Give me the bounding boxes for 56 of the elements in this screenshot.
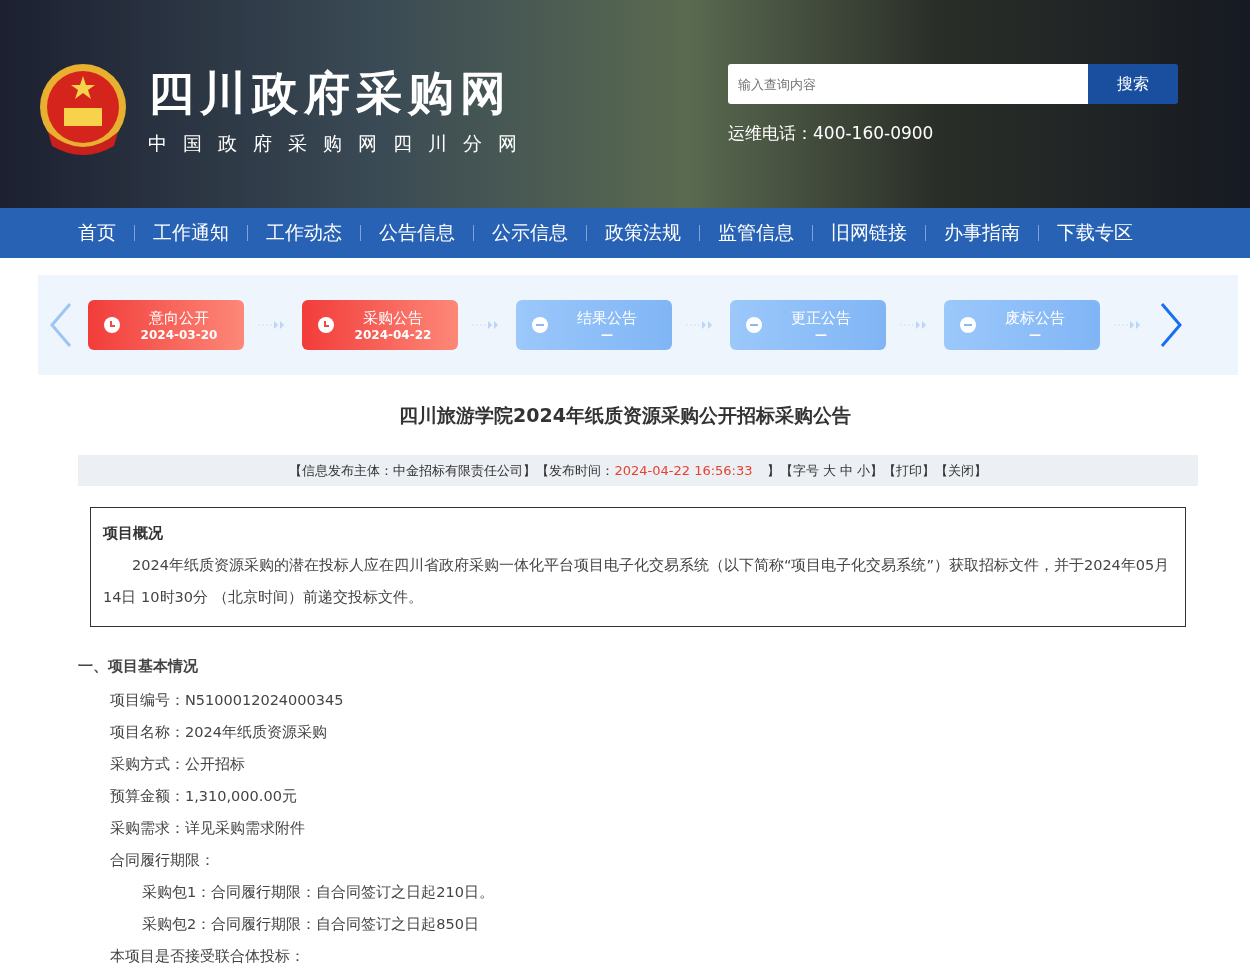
step-label: 采购公告 (363, 308, 423, 328)
nav-link[interactable]: 旧网链接 (813, 220, 925, 246)
site-subtitle: 中国政府采购网四川分网 (148, 131, 533, 156)
font-size-link[interactable]: 小 (856, 461, 870, 480)
detail-line: 采购包2：合同履行期限：自合同签订之日起850日 (142, 915, 480, 934)
bracket-text: 】 (869, 461, 883, 480)
site-title: 四川政府采购网 (148, 65, 513, 122)
search-field[interactable]: 输入查询内容 (728, 64, 1088, 104)
step-date: 2024-03-20 (140, 327, 218, 342)
publish-time: 2024-04-22 16:56:33 (614, 463, 753, 478)
nav-link[interactable]: 工作通知 (135, 220, 247, 246)
step-date: — (1029, 327, 1041, 342)
step-date: — (601, 327, 613, 342)
hotline-text: 运维电话：400-160-0900 (728, 122, 935, 145)
step-label: 废标公告 (1005, 308, 1065, 328)
nav-link[interactable]: 下载专区 (1039, 220, 1151, 246)
nav-link[interactable]: 监管信息 (700, 220, 812, 246)
step-label: 意向公开 (149, 308, 209, 328)
font-size-label: 【字号 (779, 461, 819, 480)
publish-time-label: 【发布时间： (536, 461, 615, 480)
emblem-icon (38, 62, 128, 158)
clock-icon (104, 317, 120, 333)
font-size-link[interactable]: 中 (839, 461, 853, 480)
detail-line: 项目编号：N5100012024000345 (110, 691, 345, 710)
detail-line: 采购包1：合同履行期限：自合同签订之日起210日。 (142, 883, 495, 902)
clock-icon (318, 317, 334, 333)
step-date: — (815, 327, 827, 342)
nav-link[interactable]: 公告信息 (361, 220, 473, 246)
font-size-link[interactable]: 大 (822, 461, 836, 480)
minus-icon (960, 317, 976, 333)
detail-line: 项目名称：2024年纸质资源采购 (110, 723, 328, 742)
detail-line: 采购方式：公开招标 (110, 755, 246, 774)
nav-link[interactable]: 公示信息 (474, 220, 586, 246)
detail-line: 采购需求：详见采购需求附件 (110, 819, 306, 838)
step-date: 2024-04-22 (354, 327, 432, 342)
nav-link[interactable]: 政策法规 (587, 220, 699, 246)
overview-heading: 项目概况 (103, 524, 164, 543)
search-button[interactable]: 搜索 (1088, 64, 1178, 104)
detail-line: 预算金额：1,310,000.00元 (110, 787, 298, 806)
detail-line: 本项目是否接受联合体投标： (110, 947, 306, 966)
publisher-text: 【信息发布主体：中金招标有限责任公司】 (289, 461, 537, 480)
article-title: 四川旅游学院2024年纸质资源采购公开招标采购公告 (398, 403, 852, 428)
progress-step[interactable]: 意向公开 2024-03-20 (88, 300, 244, 350)
bracket-text: 】 (766, 461, 780, 480)
step-label: 更正公告 (791, 308, 851, 328)
nav-link[interactable]: 首页 (60, 220, 134, 246)
nav-link[interactable]: 工作动态 (248, 220, 360, 246)
step-label: 结果公告 (577, 308, 637, 328)
detail-line: 合同履行期限： (110, 851, 216, 870)
print-link[interactable]: 【打印】 (882, 461, 935, 480)
close-link[interactable]: 【关闭】 (934, 461, 987, 480)
minus-icon (532, 317, 548, 333)
minus-icon (746, 317, 762, 333)
overview-text: 2024年纸质资源采购的潜在投标人应在四川省政府采购一体化平台项目电子化交易系统（以下简称“项目电子化交易系统”）获取招标文件，并于2024年05月14日 10时30分 （北京时间）前递交投标文件。 (103, 556, 1171, 607)
section-heading: 一、项目基本情况 (78, 657, 199, 676)
nav-link[interactable]: 办事指南 (926, 220, 1038, 246)
